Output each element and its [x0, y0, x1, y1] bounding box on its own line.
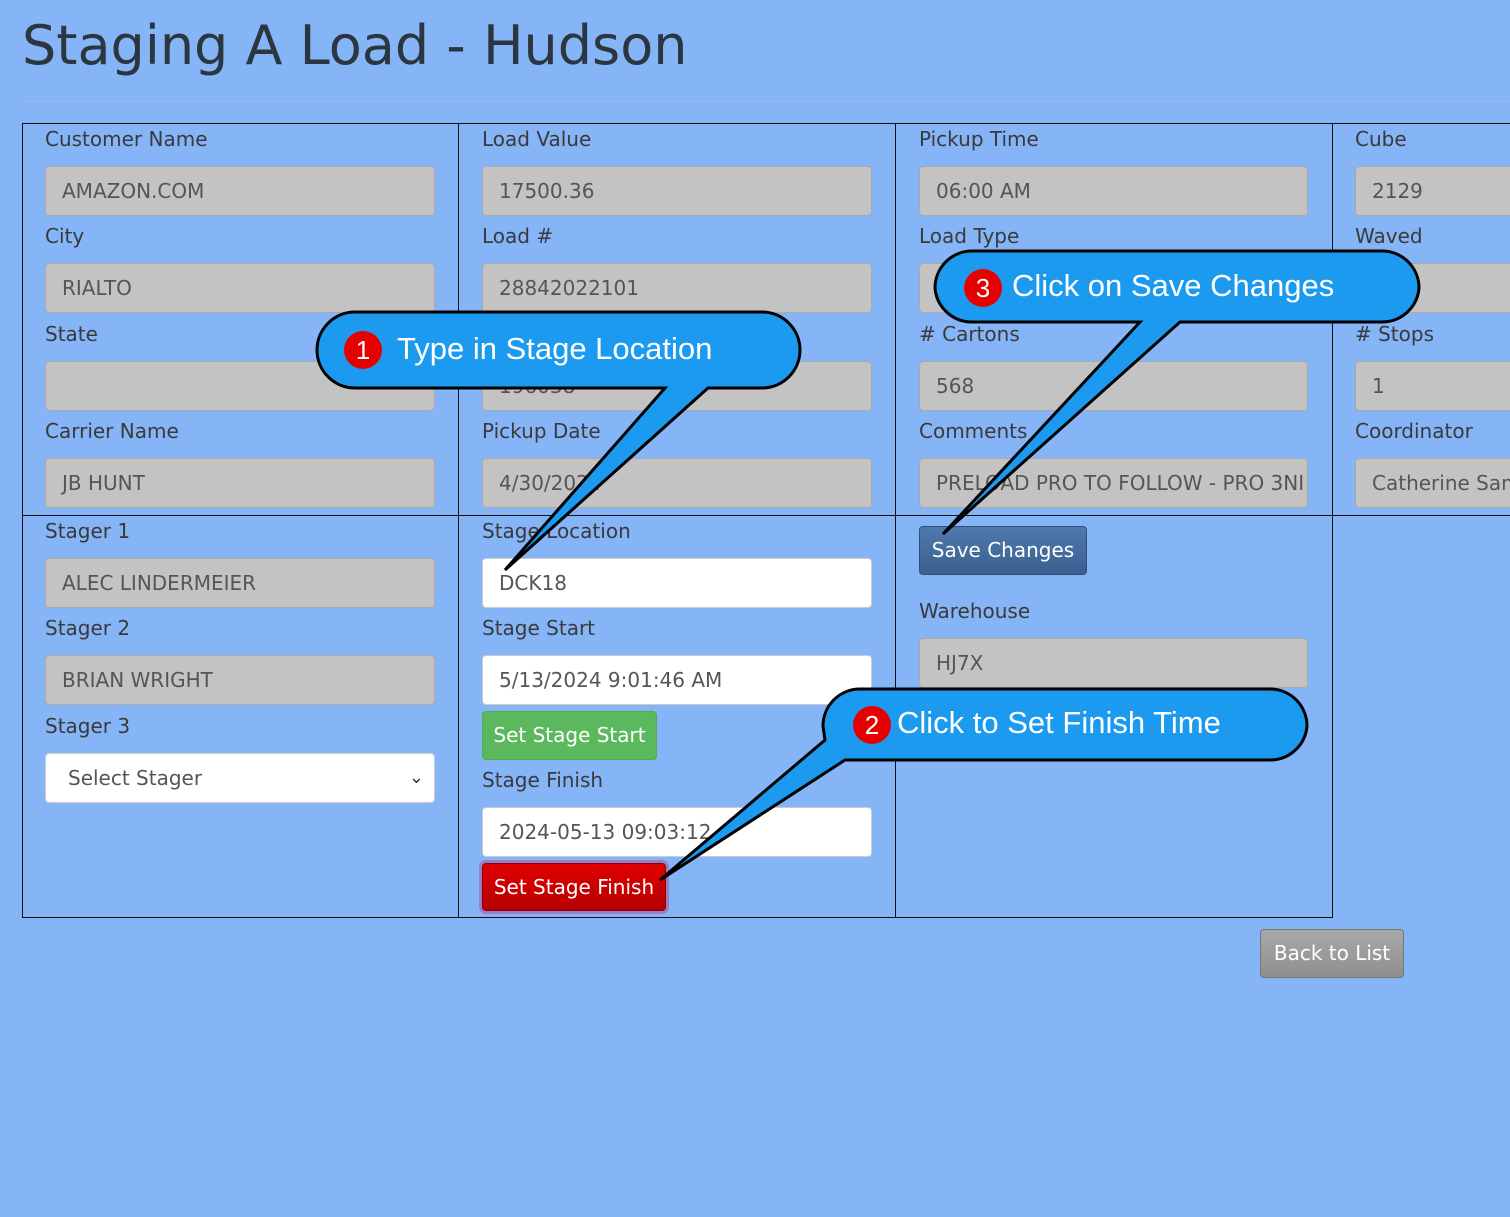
- callout-3-text: Click on Save Changes: [1012, 268, 1335, 303]
- callout-2-text: Click to Set Finish Time: [897, 705, 1221, 740]
- annotation-callouts: [315, 249, 1421, 882]
- callout-1-text: Type in Stage Location: [397, 331, 713, 366]
- callout-3-badge: 3: [964, 269, 1002, 307]
- callout-2-badge: 2: [853, 706, 891, 744]
- callout-1-badge: 1: [344, 331, 382, 369]
